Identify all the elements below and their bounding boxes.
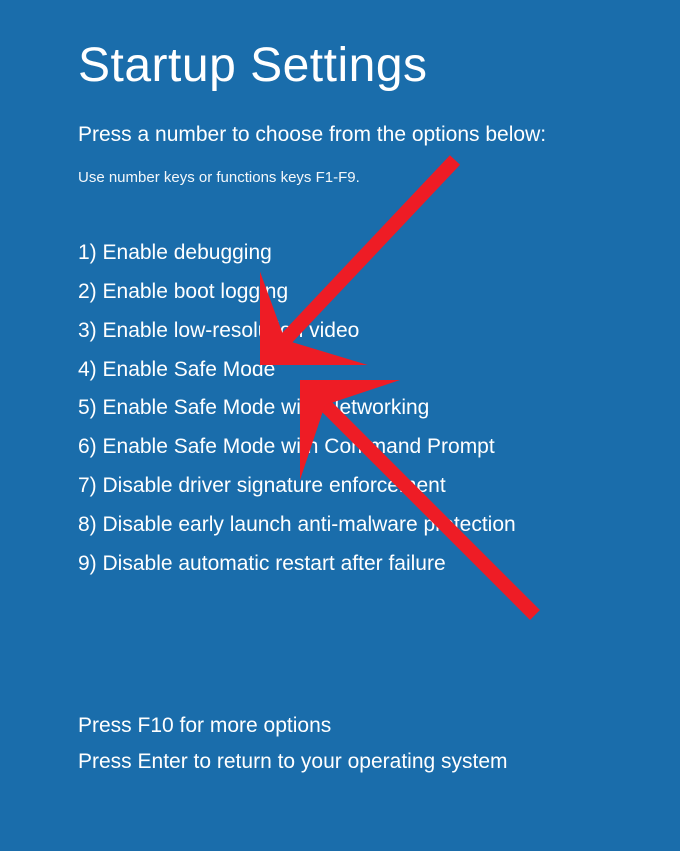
option-item: 2) Enable boot logging <box>78 273 680 312</box>
subtitle: Press a number to choose from the option… <box>78 123 680 147</box>
option-item: 5) Enable Safe Mode with Networking <box>78 389 680 428</box>
options-list: 1) Enable debugging 2) Enable boot loggi… <box>78 234 680 584</box>
option-item: 6) Enable Safe Mode with Command Prompt <box>78 428 680 467</box>
option-item: 7) Disable driver signature enforcement <box>78 467 680 506</box>
option-item: 4) Enable Safe Mode <box>78 351 680 390</box>
footer-more-options: Press F10 for more options <box>78 708 508 745</box>
option-item: 9) Disable automatic restart after failu… <box>78 545 680 584</box>
option-item: 8) Disable early launch anti-malware pro… <box>78 506 680 545</box>
page-title: Startup Settings <box>78 38 680 93</box>
footer-return: Press Enter to return to your operating … <box>78 744 508 781</box>
hint-text: Use number keys or functions keys F1-F9. <box>78 169 680 186</box>
option-item: 1) Enable debugging <box>78 234 680 273</box>
footer: Press F10 for more options Press Enter t… <box>78 708 508 782</box>
option-item: 3) Enable low-resolution video <box>78 312 680 351</box>
